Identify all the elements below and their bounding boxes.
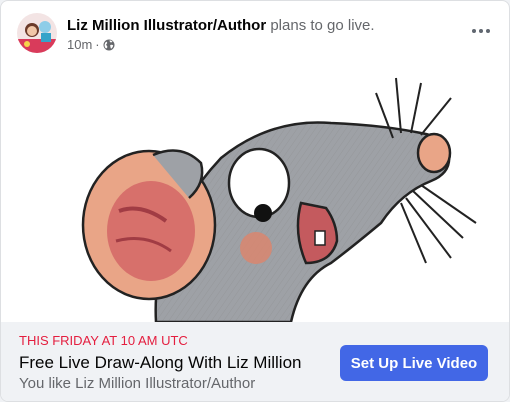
event-footer: THIS FRIDAY AT 10 AM UTC Free Live Draw-… xyxy=(1,322,509,401)
globe-icon[interactable] xyxy=(103,39,115,51)
more-options-icon[interactable] xyxy=(467,17,495,45)
meta-separator: · xyxy=(95,37,100,52)
post-meta: 10m · xyxy=(67,37,115,53)
event-time-label: THIS FRIDAY AT 10 AM UTC xyxy=(19,333,188,348)
post-title-line: Liz Million Illustrator/Author plans to … xyxy=(67,17,375,35)
avatar[interactable] xyxy=(17,13,57,53)
timestamp-link[interactable]: 10m xyxy=(67,37,92,53)
event-title[interactable]: Free Live Draw-Along With Liz Million xyxy=(19,352,301,374)
post-card: Liz Million Illustrator/Author plans to … xyxy=(0,0,510,402)
post-image[interactable] xyxy=(1,63,509,322)
author-name-link[interactable]: Liz Million Illustrator/Author xyxy=(67,17,266,34)
post-action-text: plans to go live. xyxy=(270,17,375,34)
event-subtitle: You like Liz Million Illustrator/Author xyxy=(19,375,256,392)
post-header: Liz Million Illustrator/Author plans to … xyxy=(1,1,509,63)
avatar-image xyxy=(17,13,57,53)
set-up-live-video-button[interactable]: Set Up Live Video xyxy=(340,345,488,381)
mouse-illustration xyxy=(1,63,509,322)
